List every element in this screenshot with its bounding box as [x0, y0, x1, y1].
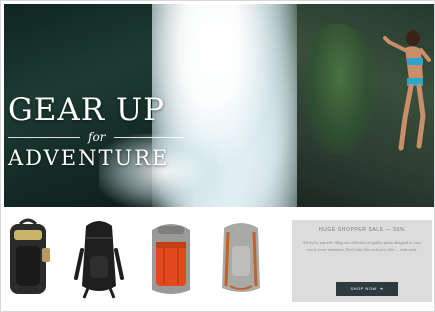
promo-body: All styles, one sale. Shop our collectio… [302, 240, 422, 252]
promo-title: HUGE SHOPPER SALE — 50% [318, 227, 406, 233]
product-strip [4, 212, 284, 308]
shop-now-button[interactable]: SHOP NOW ➔ [336, 282, 398, 296]
product-black-technical-pack[interactable] [72, 216, 126, 300]
backpack-icon [222, 223, 260, 292]
divider-rule [8, 137, 80, 138]
shop-now-label: SHOP NOW [350, 286, 377, 291]
product-orange-grey-pack[interactable] [144, 216, 198, 300]
hero-moss [305, 24, 375, 154]
hero-headline: GEAR UP for ADVENTURE [8, 94, 188, 170]
headline-gear-up: GEAR UP [8, 92, 165, 128]
arrow-right-icon: ➔ [379, 286, 384, 291]
headline-for-row: for [8, 128, 188, 146]
headline-adventure: ADVENTURE [8, 146, 170, 170]
divider-rule [114, 137, 184, 138]
cliff-jumper-image [383, 30, 431, 151]
hero-banner[interactable]: GEAR UP for ADVENTURE [4, 4, 435, 207]
sale-promo-box: HUGE SHOPPER SALE — 50% All styles, one … [292, 220, 432, 302]
backpack-icon [10, 218, 50, 294]
product-black-hydration-pack[interactable] [4, 216, 58, 300]
backpack-icon [74, 221, 124, 299]
headline-for: for [88, 130, 106, 144]
product-grey-rust-pack[interactable] [214, 216, 268, 300]
backpack-icon [152, 224, 190, 294]
page: GEAR UP for ADVENTURE HUGE SHOPPER SALE … [0, 0, 435, 312]
